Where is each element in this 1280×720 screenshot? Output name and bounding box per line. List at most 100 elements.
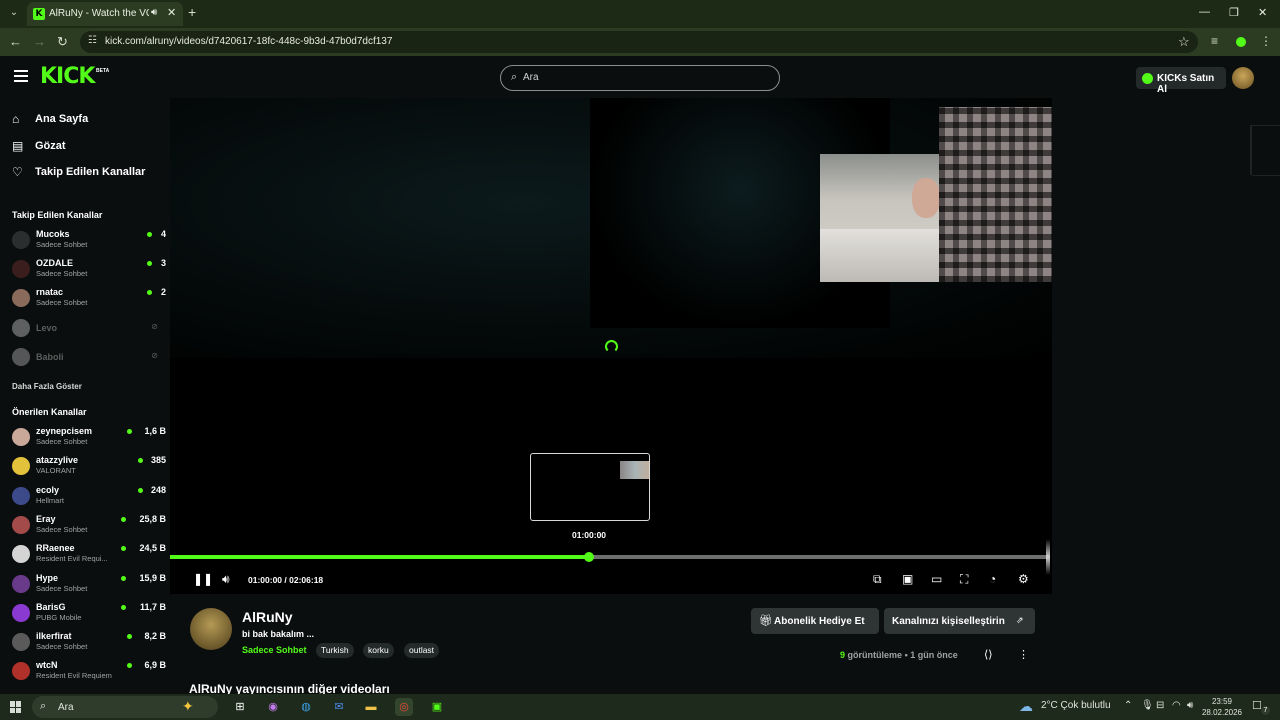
volume-icon[interactable]: 🔊︎ — [222, 572, 230, 586]
viewer-count: 25,8 B — [139, 513, 166, 524]
channel-name[interactable]: AlRuNy — [242, 609, 293, 625]
weather-text[interactable]: 2°C Çok bulutlu — [1041, 700, 1111, 711]
copilot-sparkle-icon: ✦ — [182, 698, 194, 714]
fullscreen-icon[interactable]: ⛶ — [960, 572, 968, 586]
channel-category: Sadece Sohbet — [36, 240, 88, 249]
wifi-icon[interactable]: ◠ — [1172, 700, 1181, 711]
avatar — [12, 260, 30, 278]
channel-name: ecoly — [36, 484, 60, 495]
tag-chip[interactable]: outlast — [404, 643, 440, 658]
tab-search-icon[interactable]: ⌄ — [6, 5, 22, 21]
menu-icon[interactable] — [14, 70, 28, 82]
copilot-icon[interactable]: ◉ — [264, 698, 282, 716]
channel-name: Baboli — [36, 352, 64, 362]
live-dot-icon — [121, 546, 127, 552]
recommended-channel[interactable]: ecoly Hellmart 248 — [12, 484, 166, 510]
network-icon[interactable]: ⊟ — [1156, 700, 1164, 711]
followed-channel[interactable]: OZDALE Sadece Sohbet 3 — [12, 257, 166, 283]
playback-speed-icon[interactable]: ◔ — [989, 572, 996, 586]
theater-mode-icon[interactable]: ▭ — [931, 572, 942, 586]
taskbar-clock[interactable]: 23:59 28.02.2026 — [1200, 696, 1244, 718]
avatar — [12, 428, 30, 446]
followed-channel[interactable]: rnatac Sadece Sohbet 2 — [12, 286, 166, 312]
sidebar-item-label: Ana Sayfa — [35, 113, 89, 125]
more-options-icon[interactable]: ⋮ — [1018, 648, 1029, 661]
browser-menu-icon[interactable]: ⋮ — [1260, 34, 1272, 48]
clip-icon[interactable]: ▣ — [902, 572, 913, 586]
reload-icon[interactable]: ↻ — [57, 34, 68, 50]
recommended-channel[interactable]: Eray Sadece Sohbet 25,8 B — [12, 513, 166, 539]
site-info-icon[interactable]: ☷ — [88, 35, 97, 46]
recommended-channel[interactable]: zeynepcisem Sadece Sohbet 1,6 B — [12, 425, 166, 451]
file-explorer-icon[interactable]: ▬ — [362, 698, 380, 716]
browser-profile-avatar[interactable] — [1234, 35, 1248, 49]
forward-icon[interactable]: → — [33, 34, 46, 49]
volume-icon[interactable]: 🔊︎ — [1187, 700, 1193, 711]
customize-channel-button[interactable]: Kanalınızı kişiselleştirin ⇗ — [884, 608, 1035, 634]
bookmark-star-icon[interactable]: ☆ — [1178, 34, 1190, 50]
tag-chip[interactable]: korku — [363, 643, 394, 658]
player-resize-handle[interactable] — [1046, 539, 1050, 575]
seek-preview-thumbnail — [530, 453, 650, 521]
edge-icon[interactable]: ◍ — [297, 698, 315, 716]
sidebar-item-label: Gözat — [35, 140, 66, 152]
seek-bar[interactable] — [170, 552, 1048, 562]
restore-icon[interactable]: ❐ — [1229, 6, 1239, 19]
view-count: 9 — [840, 650, 846, 660]
viewer-count: 248 — [150, 484, 166, 495]
channel-category: Resident Evil Requi... — [36, 554, 108, 564]
viewer-count: 6,9 B — [144, 660, 166, 671]
recommended-channel[interactable]: atazzylive VALORANT 385 — [12, 454, 166, 480]
browser-tab[interactable]: K AlRuNy - Watch the VOD o 🔊︎ ✕ — [27, 2, 183, 26]
kick-app-icon[interactable]: ▣ — [428, 698, 446, 716]
kick-logo[interactable]: KICK — [40, 66, 95, 88]
user-avatar[interactable] — [1232, 67, 1254, 89]
followed-channel[interactable]: Mucoks Sadece Sohbet 4 — [12, 228, 166, 254]
task-view-icon[interactable]: ⊞ — [231, 698, 249, 716]
share-icon[interactable]: ⟨⟩ — [984, 648, 993, 661]
search-icon: ⌕ — [40, 700, 47, 712]
miniplayer-icon[interactable]: ⧉ — [873, 572, 882, 586]
followed-channel-offline[interactable]: Levo ⊘ — [12, 316, 162, 342]
windows-start-icon[interactable] — [10, 701, 22, 713]
avatar — [12, 603, 30, 622]
outlook-icon[interactable]: ✉ — [330, 698, 348, 716]
tag-chip[interactable]: Turkish — [316, 643, 354, 658]
microphone-icon[interactable]: 🎙︎ — [1141, 700, 1154, 711]
clock-time: 23:59 — [1211, 697, 1233, 706]
seek-bar-handle[interactable] — [584, 552, 594, 562]
speaker-icon[interactable]: 🔊︎ — [151, 7, 157, 18]
viewer-count: 2 — [160, 287, 166, 297]
url-field[interactable]: ☷ kick.com/alruny/videos/d7420617-18fc-4… — [80, 31, 1198, 53]
recommended-channel[interactable]: Hype Sadece Sohbet 15,9 B — [12, 572, 166, 598]
media-control-icon[interactable]: ≡ — [1211, 34, 1218, 48]
new-tab-icon[interactable]: + — [188, 4, 196, 20]
video-player[interactable]: 01:00:00 ❚❚ 🔊︎ 01:00:00 / 02:06:18 ⧉ ▣ ▭… — [170, 98, 1052, 594]
channel-name: rnatac — [36, 287, 64, 297]
recommended-channel[interactable]: ilkerfirat Sadece Sohbet 8,2 B — [12, 630, 166, 656]
settings-gear-icon[interactable]: ⚙ — [1018, 572, 1029, 586]
recommended-heading: Önerilen Kanallar — [12, 407, 87, 417]
channel-category: Sadece Sohbet — [36, 298, 88, 307]
back-icon[interactable]: ← — [9, 34, 22, 49]
search-input[interactable]: ⌕ Ara — [500, 65, 780, 91]
gift-subscription-button[interactable]: 🎁︎ Abonelik Hediye Et — [751, 608, 879, 634]
buy-kicks-button[interactable]: KICKs Satın Al — [1136, 67, 1226, 95]
sidebar: ⌂ Ana Sayfa ▤ Gözat ♡ Takip Edilen Kanal… — [0, 98, 170, 694]
channel-name: ilkerfirat — [36, 631, 72, 642]
video-category[interactable]: Sadece Sohbet — [242, 645, 307, 655]
show-more-link[interactable]: Daha Fazla Göster — [12, 382, 82, 391]
tab-close-icon[interactable]: ✕ — [167, 6, 176, 19]
pause-button[interactable]: ❚❚ — [193, 572, 213, 586]
recommended-channel[interactable]: RRaenee Resident Evil Requi... 24,5 B — [12, 542, 166, 568]
recommended-channel[interactable]: BarisG PUBG Mobile 11,7 B — [12, 601, 166, 627]
recommended-channel[interactable]: wtcN Resident Evil Requiem 6,9 B — [12, 659, 166, 685]
duration: 02:06:18 — [289, 575, 324, 585]
minimize-icon[interactable]: — — [1199, 6, 1210, 18]
window-close-icon[interactable]: ✕ — [1258, 6, 1267, 19]
followed-channel-offline[interactable]: Baboli ⊘ — [12, 345, 162, 371]
chrome-icon[interactable]: ◎ — [395, 698, 413, 716]
tray-chevron-icon[interactable]: ⌃ — [1124, 700, 1132, 711]
channel-avatar[interactable] — [190, 608, 232, 650]
taskbar-search[interactable]: ⌕ Ara ✦ — [32, 696, 218, 718]
